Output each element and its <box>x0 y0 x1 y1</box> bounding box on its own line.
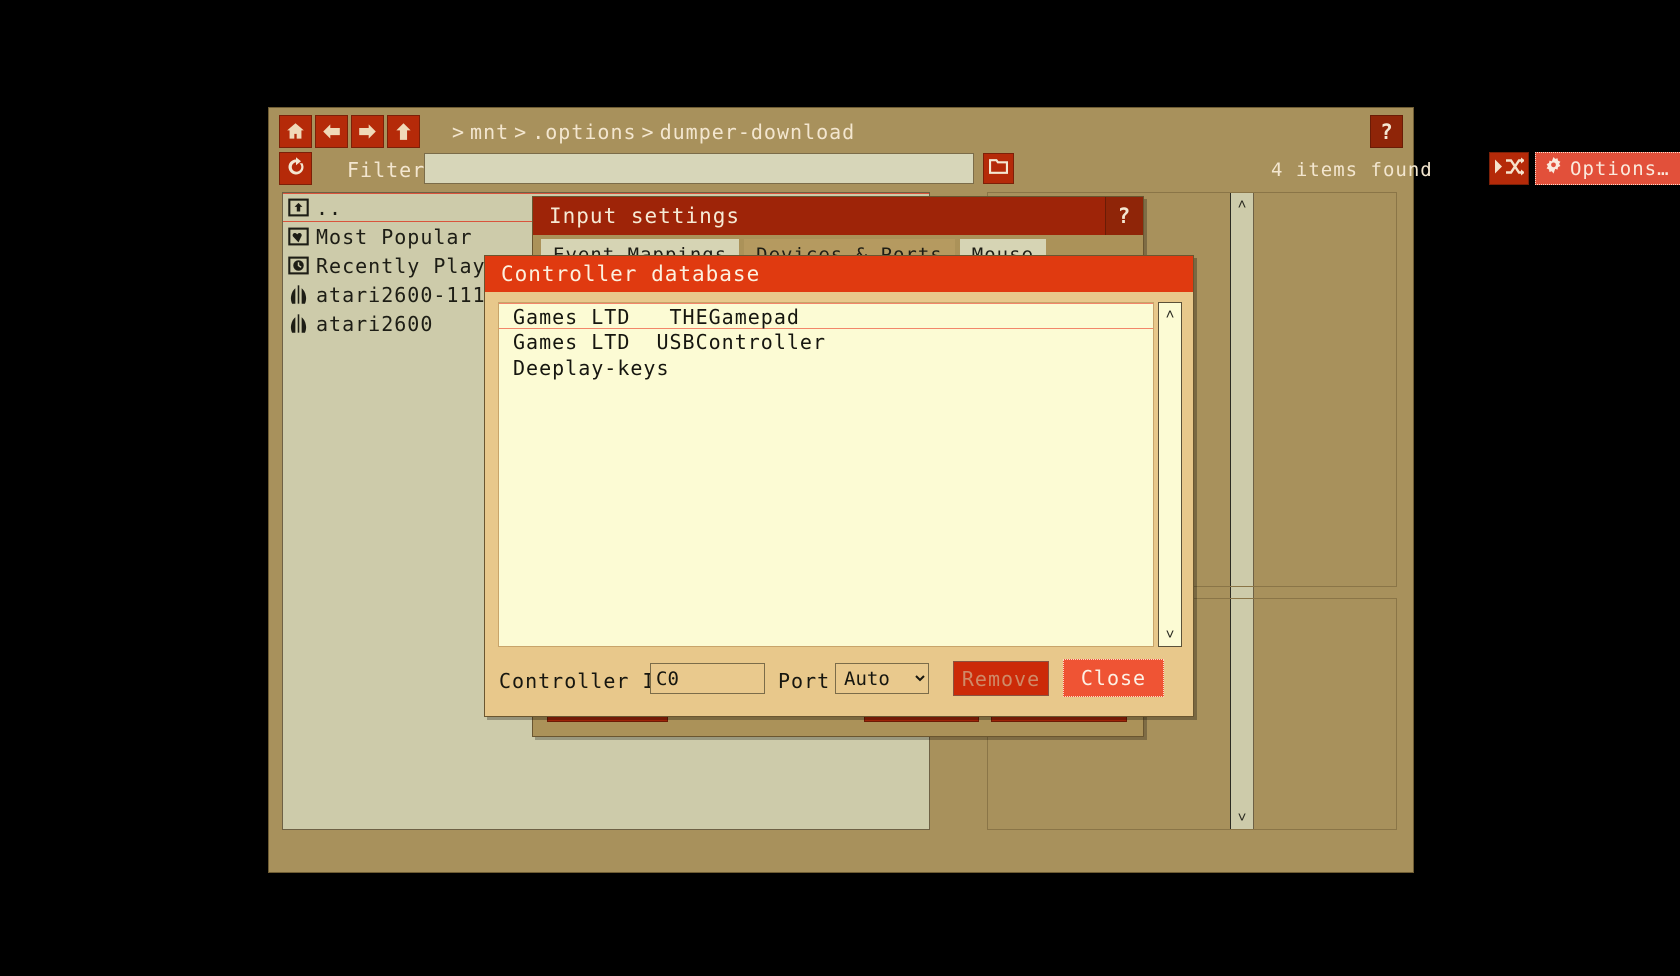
controller-id-label: Controller ID <box>499 669 669 693</box>
items-found-label: 4 items found <box>1271 159 1433 181</box>
atari-icon <box>288 313 309 334</box>
help-button[interactable]: ? <box>1370 115 1403 148</box>
list-item-label: Most Popular <box>316 224 473 249</box>
scroll-down-icon[interactable]: ˅ <box>1159 625 1181 644</box>
list-item[interactable]: Deeplay-keys <box>499 355 1153 381</box>
input-settings-titlebar: Input settings ? <box>533 197 1143 235</box>
atari-icon <box>288 284 309 305</box>
refresh-icon <box>286 156 306 181</box>
home-icon <box>286 122 305 141</box>
breadcrumb-separator: > <box>514 120 528 144</box>
home-button[interactable] <box>279 115 312 148</box>
list-item-label: atari2600-1111 <box>316 282 499 307</box>
input-settings-title: Input settings <box>549 204 741 228</box>
shuffle-button[interactable] <box>1489 152 1529 185</box>
breadcrumb: > mnt > .options > dumper-download <box>447 120 855 144</box>
filter-label: Filter <box>347 158 426 182</box>
controller-id-input[interactable] <box>650 663 765 694</box>
shuffle-icon <box>1494 157 1525 180</box>
close-button[interactable]: Close <box>1063 659 1164 697</box>
filter-bar: Filter 4 items found Options… <box>269 150 1680 190</box>
back-button[interactable] <box>315 115 348 148</box>
controller-database-titlebar: Controller database <box>485 256 1193 292</box>
list-item-label: atari2600 <box>316 311 434 336</box>
input-settings-help-button[interactable]: ? <box>1105 197 1143 235</box>
controller-database-dialog: Controller database Games LTD THEGamepad… <box>484 255 1194 717</box>
controller-list-area: Games LTD THEGamepad Games LTD USBContro… <box>498 302 1182 647</box>
folder-icon <box>989 158 1008 179</box>
refresh-button[interactable] <box>279 152 312 185</box>
list-item-label: .. <box>316 195 343 220</box>
port-label: Port <box>778 669 831 693</box>
breadcrumb-item-3[interactable]: dumper-download <box>660 120 856 144</box>
arrow-left-icon <box>322 122 341 141</box>
navigation-buttons <box>279 115 420 148</box>
list-item[interactable]: Games LTD USBController <box>499 329 1153 355</box>
gear-icon <box>1544 156 1563 181</box>
controller-database-title: Controller database <box>501 262 761 286</box>
folder-button[interactable] <box>983 153 1014 184</box>
forward-button[interactable] <box>351 115 384 148</box>
controller-list-scrollbar[interactable]: ˄ ˅ <box>1158 302 1182 647</box>
controller-list[interactable]: Games LTD THEGamepad Games LTD USBContro… <box>498 302 1154 647</box>
filter-input[interactable] <box>424 153 974 184</box>
up-folder-icon <box>288 197 309 218</box>
remove-button: Remove <box>953 661 1049 696</box>
breadcrumb-item-2[interactable]: .options <box>532 120 636 144</box>
heart-icon <box>288 226 309 247</box>
arrow-up-icon <box>394 122 413 141</box>
clock-icon <box>288 255 309 276</box>
options-button-label: Options… <box>1570 157 1670 180</box>
controller-database-footer: Controller ID Port Auto Remove Close <box>485 650 1193 716</box>
scroll-up-icon[interactable]: ˄ <box>1159 305 1181 324</box>
port-select[interactable]: Auto <box>835 663 929 694</box>
list-item[interactable]: Games LTD THEGamepad <box>499 303 1153 329</box>
options-button[interactable]: Options… <box>1535 152 1680 185</box>
list-item-label: Recently Played <box>316 253 512 278</box>
file-browser-toolbar: > mnt > .options > dumper-download ? <box>269 108 1413 150</box>
up-button[interactable] <box>387 115 420 148</box>
breadcrumb-separator: > <box>452 120 466 144</box>
breadcrumb-item-1[interactable]: mnt <box>470 120 509 144</box>
arrow-right-icon <box>358 122 377 141</box>
desktop-background: > mnt > .options > dumper-download ? Filter 4… <box>0 0 1680 976</box>
breadcrumb-separator: > <box>641 120 655 144</box>
